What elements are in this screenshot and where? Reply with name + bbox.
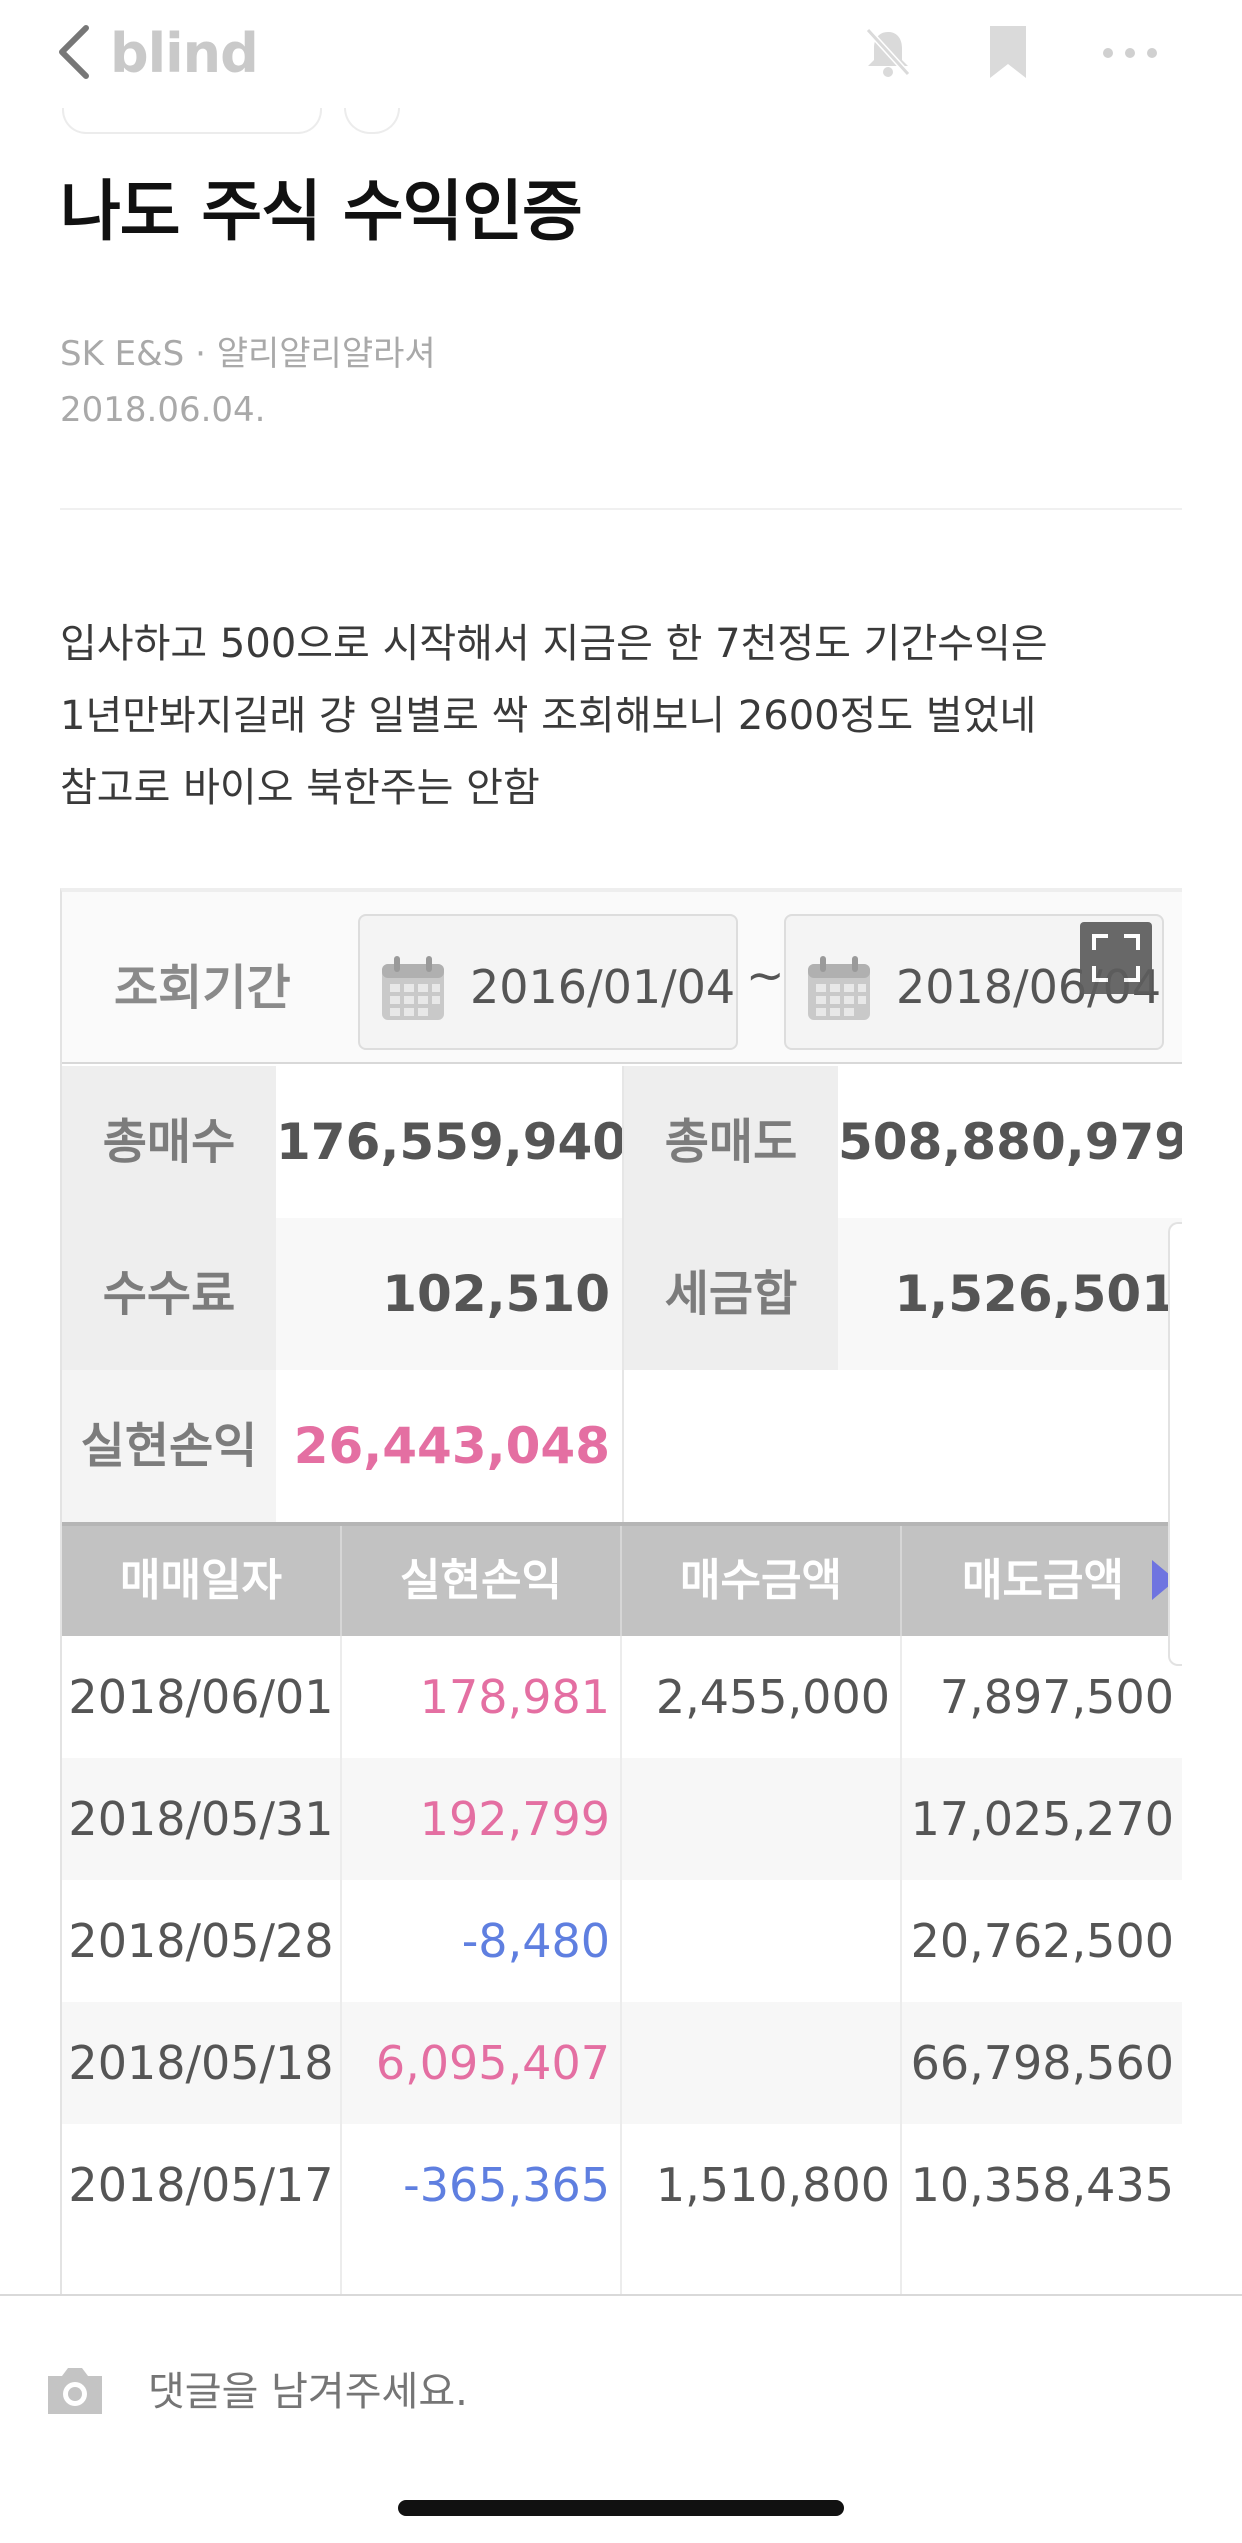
- back-chevron-icon[interactable]: [50, 22, 100, 82]
- trade-date-cell: 2018/05/28: [62, 1880, 342, 2002]
- calendar-icon: [382, 956, 444, 1020]
- empty-cell: [342, 2246, 622, 2294]
- trade-date-cell: 2018/05/31: [62, 1758, 342, 1880]
- sell-amount-cell: 7,897,500: [939, 1670, 1174, 1724]
- column-header: 매수금액: [622, 1526, 902, 1636]
- buy-amount-cell: [622, 2002, 902, 2124]
- fee-value: 102,510: [382, 1265, 610, 1323]
- table-header: 매매일자 실현손익 매수금액 매도금액: [62, 1522, 1182, 1636]
- tax-value: 1,526,501: [894, 1265, 1176, 1323]
- sell-amount-cell: 10,358,435: [910, 2158, 1174, 2212]
- start-date-value: 2016/01/04: [470, 960, 736, 1014]
- calendar-icon: [808, 956, 870, 1020]
- realized-pnl-cell: 178,981: [342, 1636, 622, 1758]
- column-header: 매매일자: [62, 1526, 342, 1636]
- notification-off-icon[interactable]: [860, 24, 916, 80]
- total-sell-value: 508,880,979: [838, 1113, 1182, 1171]
- realized-pnl-cell: -365,365: [342, 2124, 622, 2246]
- fee-label: 수수료: [62, 1218, 276, 1370]
- table-row: 2018/05/28 -8,480 20,762,500: [62, 1880, 1182, 2002]
- topic-tag-pill-small[interactable]: [344, 108, 400, 134]
- table-row: 2018/05/18 6,095,407 66,798,560: [62, 2002, 1182, 2124]
- attached-image[interactable]: 조회기간 2016/01/04 ~ 2018/06/04 총매수 176,559…: [60, 888, 1182, 2294]
- camera-icon[interactable]: [44, 2362, 106, 2418]
- post-title: 나도 주식 수익인증: [60, 173, 583, 250]
- post-body-line: 1년만봐지길래 걍 일별로 싹 조회해보니 2600정도 벌었네: [60, 693, 1037, 739]
- sell-amount-cell: 20,762,500: [910, 1914, 1174, 1968]
- realized-pnl-label: 실현손익: [62, 1370, 276, 1522]
- empty-cell: [62, 2246, 342, 2294]
- realized-pnl-cell: 192,799: [342, 1758, 622, 1880]
- comment-input[interactable]: [148, 2364, 1148, 2420]
- trade-date-cell: 2018/06/01: [62, 1636, 342, 1758]
- period-filter: 조회기간 2016/01/04 ~ 2018/06/04: [62, 892, 1182, 1064]
- buy-amount-cell: 1,510,800: [622, 2124, 902, 2246]
- bookmark-icon[interactable]: [986, 24, 1030, 80]
- start-date-box: 2016/01/04: [358, 914, 738, 1050]
- realized-pnl-cell: -8,480: [342, 1880, 622, 2002]
- empty-cell: [902, 2246, 1182, 2294]
- fullscreen-expand-icon[interactable]: [1080, 922, 1152, 994]
- column-header: 실현손익: [342, 1526, 622, 1636]
- blind-logo: blind: [110, 22, 259, 85]
- author-line: SK E&S · 얄리얄리얄라셔: [60, 326, 436, 375]
- post-date: 2018.06.04.: [60, 390, 266, 430]
- home-indicator: [398, 2500, 844, 2516]
- total-buy-value: 176,559,940: [276, 1113, 628, 1171]
- column-header: 매도금액: [962, 1555, 1124, 1606]
- buy-amount-cell: 2,455,000: [622, 1636, 902, 1758]
- trade-date-cell: 2018/05/17: [62, 2124, 342, 2246]
- buy-amount-cell: [622, 1758, 902, 1880]
- author-separator: ·: [195, 334, 206, 374]
- author-company[interactable]: SK E&S: [60, 334, 184, 374]
- side-scroll-handle[interactable]: [1168, 1222, 1182, 1666]
- header-divider: [60, 508, 1182, 510]
- tax-label: 세금합: [624, 1218, 838, 1370]
- total-buy-label: 총매수: [62, 1066, 276, 1218]
- more-options-icon[interactable]: [1100, 38, 1160, 68]
- date-range-separator: ~: [746, 948, 785, 1002]
- sell-amount-cell: 66,798,560: [910, 2036, 1174, 2090]
- comment-bar: [0, 2294, 1242, 2543]
- post-body: 입사하고 500으로 시작해서 지금은 한 7천정도 기간수익은 1년만봐지길래…: [60, 608, 1200, 824]
- post-body-line: 참고로 바이오 북한주는 안함: [60, 765, 540, 811]
- sell-amount-cell: 17,025,270: [910, 1792, 1174, 1846]
- topic-tag-pill[interactable]: [62, 108, 322, 134]
- period-label: 조회기간: [114, 960, 291, 1016]
- table-row: 2018/06/01 178,981 2,455,000 7,897,500: [62, 1636, 1182, 1758]
- buy-amount-cell: [622, 1880, 902, 2002]
- table-row: 2018/05/17 -365,365 1,510,800 10,358,435: [62, 2124, 1182, 2246]
- realized-pnl-value: 26,443,048: [293, 1417, 610, 1475]
- table-row: 2018/05/31 192,799 17,025,270: [62, 1758, 1182, 1880]
- top-bar: blind: [0, 0, 1242, 110]
- realized-pnl-cell: 6,095,407: [342, 2002, 622, 2124]
- total-sell-label: 총매도: [624, 1066, 838, 1218]
- summary-divider: [622, 1066, 624, 1522]
- post-body-line: 입사하고 500으로 시작해서 지금은 한 7천정도 기간수익은: [60, 621, 1048, 667]
- empty-cell: [622, 2246, 902, 2294]
- trade-date-cell: 2018/05/18: [62, 2002, 342, 2124]
- table-row-partial: [62, 2246, 1182, 2294]
- author-nickname[interactable]: 얄리얄리얄라셔: [217, 334, 436, 374]
